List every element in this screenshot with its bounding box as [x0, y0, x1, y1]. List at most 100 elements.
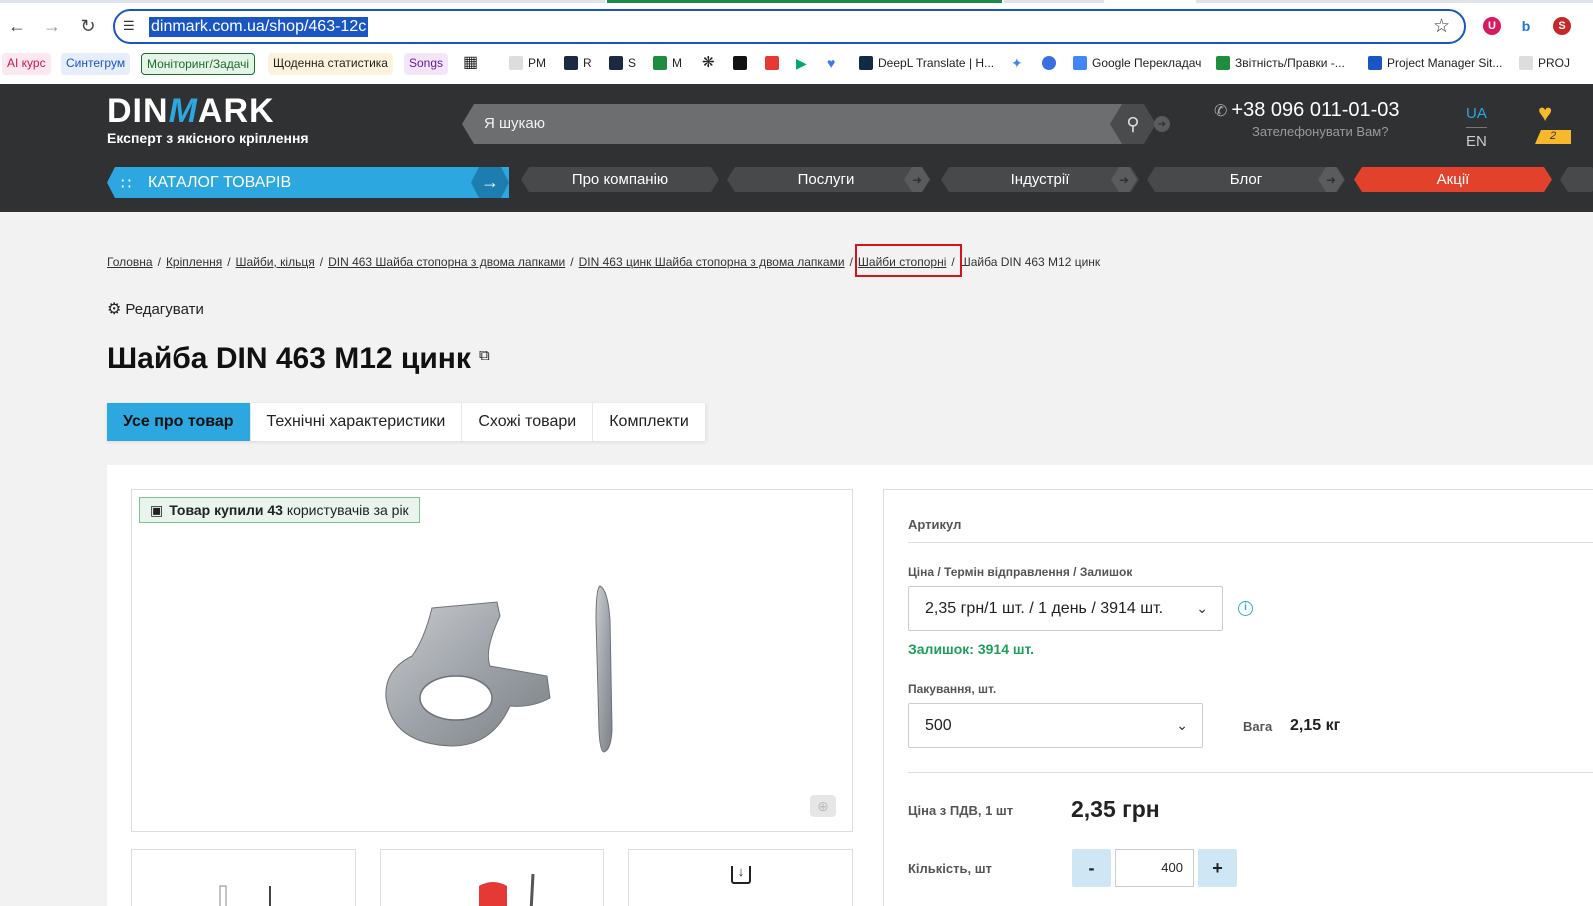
price-label: Ціна з ПДВ, 1 шт: [908, 803, 1014, 818]
sheets-icon: [1216, 56, 1230, 70]
apps-grid-icon[interactable]: ▦: [458, 53, 483, 75]
site-settings-icon[interactable]: ☰: [123, 18, 141, 36]
breadcrumb-home[interactable]: Головна: [107, 255, 153, 269]
bookmark-app-icon[interactable]: [728, 53, 757, 75]
extension-b-icon[interactable]: b: [1517, 17, 1535, 35]
breadcrumb-current: Шайба DIN 463 M12 цинк: [959, 255, 1101, 269]
phone-number[interactable]: ✆ +38 096 011-01-03: [1214, 98, 1400, 124]
bookmark-songs[interactable]: Songs: [404, 53, 449, 75]
tab[interactable]: [1196, 0, 1593, 3]
colorful-icon: [765, 56, 779, 70]
camera-icon: ▣: [150, 502, 164, 518]
thumbnail-1[interactable]: [131, 849, 356, 906]
wishlist-count: 2: [1535, 130, 1571, 144]
r-icon: [564, 56, 578, 70]
bookmark-pm[interactable]: PM: [504, 53, 551, 75]
tab-strip: [0, 0, 1593, 4]
app-icon: [733, 56, 747, 70]
tab-specs[interactable]: Технічні характеристики: [251, 403, 463, 441]
address-bar[interactable]: ☰ dinmark.com.ua/shop/463-12c ☆: [113, 9, 1466, 44]
info-icon[interactable]: i: [1238, 601, 1253, 616]
bookmark-star-icon[interactable]: ☆: [1433, 15, 1450, 38]
nav-industries[interactable]: Індустрії: [941, 167, 1139, 192]
catalog-button[interactable]: ∷ КАТАЛОГ ТОВАРІВ →: [107, 167, 509, 198]
back-icon[interactable]: ←: [5, 14, 29, 38]
bookmark-sintegrum[interactable]: Синтегрум: [61, 53, 131, 75]
edit-link[interactable]: ⚙ Редагувати: [107, 299, 204, 319]
url-text[interactable]: dinmark.com.ua/shop/463-12c: [149, 17, 369, 37]
product-image[interactable]: [382, 580, 622, 760]
quantity-input[interactable]: 400: [1115, 849, 1194, 887]
tab-all-about[interactable]: Усе про товар: [107, 403, 251, 441]
arrow-right-icon[interactable]: ➜: [1154, 116, 1170, 132]
tab-similar[interactable]: Схожі товари: [462, 403, 594, 441]
video-play-icon: [479, 873, 535, 906]
wishlist-heart-icon[interactable]: ♥: [1538, 100, 1552, 128]
nav-blog[interactable]: Блог: [1147, 167, 1345, 192]
reload-icon[interactable]: ↻: [76, 14, 100, 38]
phone-icon: ✆: [1214, 103, 1228, 120]
thumbnail-download[interactable]: ↓: [628, 849, 853, 906]
price-term-select[interactable]: 2,35 грн/1 шт. / 1 день / 3914 шт. ⌄: [908, 586, 1223, 631]
nav-services[interactable]: Послуги: [727, 167, 925, 192]
bookmark-colorful-icon[interactable]: [760, 53, 789, 75]
phone-block: ✆ +38 096 011-01-03 Зателефонувати Вам?: [1214, 98, 1400, 139]
tab[interactable]: [0, 0, 605, 3]
tab[interactable]: [1004, 0, 1104, 3]
copy-icon[interactable]: ⧉: [479, 347, 490, 364]
divider: [908, 542, 1593, 543]
lang-en[interactable]: EN: [1466, 128, 1487, 155]
forward-icon[interactable]: →: [40, 14, 64, 38]
breadcrumb-din463-zinc[interactable]: DIN 463 цинк Шайба стопорна з двома лапк…: [579, 255, 845, 269]
translate-icon: [1073, 56, 1087, 70]
tab-active[interactable]: [607, 0, 1002, 3]
pm-icon: [509, 56, 523, 70]
thumbnail-video[interactable]: [380, 849, 604, 906]
breadcrumb-din463[interactable]: DIN 463 Шайба стопорна з двома лапками: [328, 255, 565, 269]
bookmark-google-translate[interactable]: Google Перекладач: [1068, 53, 1206, 75]
callback-link[interactable]: Зателефонувати Вам?: [1252, 124, 1400, 139]
drawing-thumbnail-icon: [219, 885, 271, 906]
bookmark-daily-stats[interactable]: Щоденна статистика: [268, 53, 393, 75]
lang-ua[interactable]: UA: [1466, 100, 1487, 128]
weight-label: Вага: [1243, 719, 1273, 734]
sku-label: Артикул: [908, 517, 962, 532]
quantity-decrease-button[interactable]: -: [1072, 849, 1111, 887]
heart-icon[interactable]: ♥: [822, 53, 840, 75]
bookmark-m[interactable]: M: [648, 53, 687, 75]
breadcrumb-fasteners[interactable]: Кріплення: [166, 255, 222, 269]
language-switch: UA EN: [1466, 100, 1487, 155]
site-logo[interactable]: DINMARK Експерт з якісного кріплення: [107, 92, 309, 146]
sheets-icon: [653, 56, 667, 70]
bookmark-r[interactable]: R: [559, 53, 597, 75]
nav-promotions[interactable]: Акції: [1354, 167, 1552, 192]
bookmark-reports[interactable]: Звітність/Правки -...: [1211, 53, 1350, 75]
bookmark-deepl[interactable]: DeepL Translate | Н...: [854, 53, 999, 75]
bookmark-proj[interactable]: PROJ: [1514, 53, 1575, 75]
chatgpt-icon[interactable]: ❋: [697, 53, 720, 75]
nav-more[interactable]: [1560, 167, 1593, 192]
arrow-right-icon: →: [471, 167, 509, 198]
breadcrumb-washers-rings[interactable]: Шайби, кільця: [236, 255, 315, 269]
bookmark-project-manager[interactable]: Project Manager Sit...: [1363, 53, 1507, 75]
bookmark-monitoring[interactable]: Моніторинг/Задачі: [141, 53, 256, 75]
download-icon: ↓: [731, 865, 751, 884]
quantity-increase-button[interactable]: +: [1198, 849, 1237, 887]
bookmark-blue-icon[interactable]: [1037, 53, 1066, 75]
gemini-icon[interactable]: ✦: [1006, 53, 1028, 75]
extension-s-icon[interactable]: S: [1553, 17, 1571, 35]
tab-kits[interactable]: Комплекти: [593, 403, 706, 441]
nav-about[interactable]: Про компанію: [521, 167, 719, 192]
search-bar: Я шукаю ⚲ ➜: [462, 104, 1170, 144]
play-icon[interactable]: ▶: [791, 53, 812, 75]
search-icon: ⚲: [1126, 113, 1140, 134]
zoom-icon[interactable]: ⊕: [810, 795, 836, 817]
extension-shield-icon[interactable]: U: [1483, 17, 1501, 35]
stock-status: Залишок: 3914 шт.: [908, 641, 1035, 657]
bookmark-ai-course[interactable]: AI курс: [2, 53, 51, 75]
packaging-select[interactable]: 500 ⌄: [908, 703, 1203, 748]
buyers-badge: ▣ Товар купили 43 користувачів за рік: [139, 497, 420, 523]
packaging-label: Пакування, шт.: [908, 682, 997, 696]
bookmark-s[interactable]: S: [604, 53, 641, 75]
search-input[interactable]: Я шукаю: [462, 104, 1122, 144]
